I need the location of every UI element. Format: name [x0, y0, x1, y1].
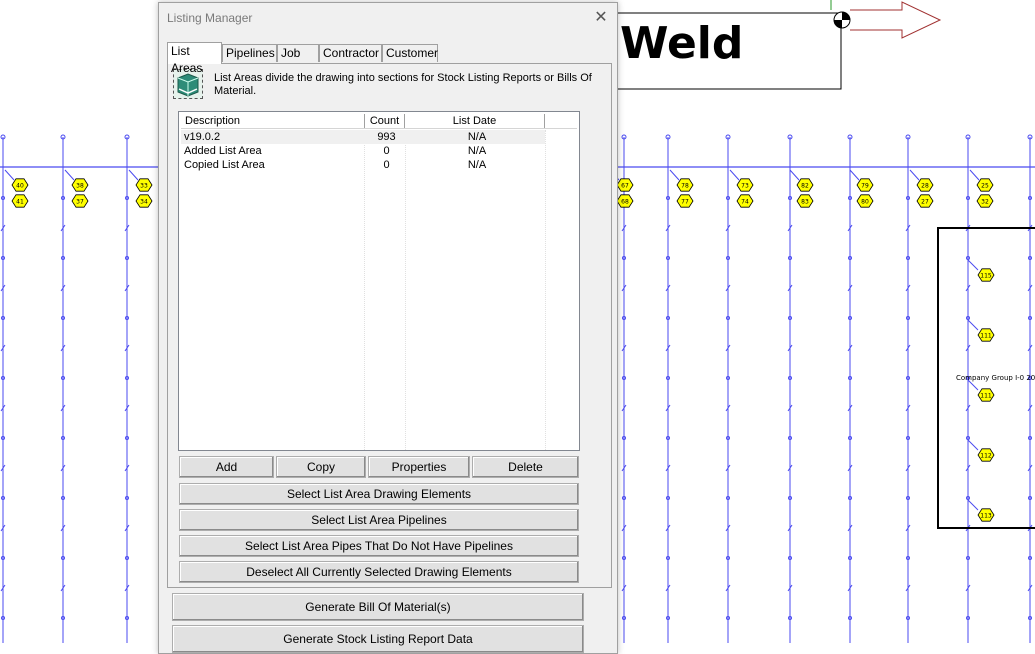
tag-label: 77 [681, 199, 689, 206]
tab-job[interactable]: Job [277, 44, 319, 62]
tag-label: 28 [921, 183, 929, 190]
tag-label: 38 [76, 183, 84, 190]
generate-bom-button[interactable]: Generate Bill Of Material(s) [172, 593, 584, 621]
tag-leader [967, 319, 979, 331]
cell-count: 0 [383, 159, 390, 171]
tag-label: 25 [981, 183, 989, 190]
tag-label: 111 [980, 393, 992, 400]
generate-stock-report-button[interactable]: Generate Stock Listing Report Data [172, 625, 584, 653]
tab-customer[interactable]: Customer [382, 44, 438, 62]
tag-label: 73 [741, 183, 749, 190]
tag-label: 41 [16, 199, 24, 206]
tag-label: 74 [741, 199, 749, 206]
list-areas-table[interactable]: Description Count List Date v19.0.2 993 … [178, 111, 580, 451]
direction-arrow-icon [850, 1, 942, 39]
cell-description: Copied List Area [184, 159, 265, 171]
select-pipes-without-pipelines-button[interactable]: Select List Area Pipes That Do Not Have … [179, 535, 579, 557]
tag-leader [909, 169, 920, 181]
tag-label: 82 [801, 183, 809, 190]
copy-button[interactable]: Copy [276, 456, 366, 478]
tag-leader [789, 169, 800, 181]
cell-list-date: N/A [467, 145, 487, 157]
table-row[interactable]: Added List Area 0 N/A [181, 144, 577, 158]
table-header: Description Count List Date [181, 114, 577, 129]
cell-count: 0 [383, 145, 390, 157]
tag-label: 79 [861, 183, 869, 190]
tag-leader [969, 169, 980, 181]
tag-label: 37 [76, 199, 84, 206]
tag-label: 32 [981, 199, 989, 206]
tag-label: 80 [861, 199, 869, 206]
deselect-all-button[interactable]: Deselect All Currently Selected Drawing … [179, 561, 579, 583]
tag-leader [4, 169, 15, 181]
tag-leader [967, 439, 979, 451]
tab-pipelines[interactable]: Pipelines [222, 44, 277, 62]
tag-label: 33 [140, 183, 148, 190]
table-row[interactable]: Copied List Area 0 N/A [181, 158, 577, 172]
tag-label: 113 [980, 513, 992, 520]
tag-label: 111 [980, 333, 992, 340]
column-description[interactable]: Description [181, 114, 365, 128]
window-title: Listing Manager [167, 11, 253, 25]
tag-label: 27 [921, 199, 929, 206]
close-icon[interactable]: ✕ [589, 7, 613, 29]
tag-label: 34 [140, 199, 148, 206]
tag-leader [64, 169, 75, 181]
table-row[interactable]: v19.0.2 993 N/A [181, 130, 577, 144]
cell-count: 993 [364, 130, 409, 144]
tag-leader [729, 169, 740, 181]
info-text: List Areas divide the drawing into secti… [214, 72, 592, 97]
properties-button[interactable]: Properties [368, 456, 470, 478]
listing-manager-dialog: Listing Manager ✕ List Areas Pipelines J… [158, 2, 618, 654]
tag-label: 115 [980, 273, 992, 280]
tag-leader [967, 259, 979, 271]
tag-label: 112 [980, 453, 992, 460]
tag-leader [967, 499, 979, 511]
cell-description: v19.0.2 [181, 130, 364, 144]
tab-list-areas[interactable]: List Areas [167, 42, 222, 75]
tag-label: 68 [621, 199, 629, 206]
cell-list-date: N/A [467, 159, 487, 171]
tab-contractor[interactable]: Contractor [319, 44, 382, 62]
cell-description: Added List Area [184, 145, 262, 157]
cell-list-date: N/A [409, 130, 545, 144]
column-count[interactable]: Count [365, 114, 405, 128]
tag-leader [849, 169, 860, 181]
group-label: Company Group I-0 20 ea [956, 374, 1035, 382]
tag-label: 83 [801, 199, 809, 206]
tag-label: 78 [681, 183, 689, 190]
weld-title: Weld [620, 18, 744, 69]
list-areas-panel: List Areas divide the drawing into secti… [167, 63, 612, 588]
add-button[interactable]: Add [179, 456, 274, 478]
select-list-area-elements-button[interactable]: Select List Area Drawing Elements [179, 483, 579, 505]
select-list-area-pipelines-button[interactable]: Select List Area Pipelines [179, 509, 579, 531]
column-list-date[interactable]: List Date [405, 114, 545, 128]
tag-label: 40 [16, 183, 24, 190]
title-bar[interactable]: Listing Manager ✕ [159, 3, 617, 33]
tag-leader [128, 169, 139, 181]
tag-label: 67 [621, 183, 629, 190]
delete-button[interactable]: Delete [472, 456, 579, 478]
tag-leader [669, 169, 680, 181]
